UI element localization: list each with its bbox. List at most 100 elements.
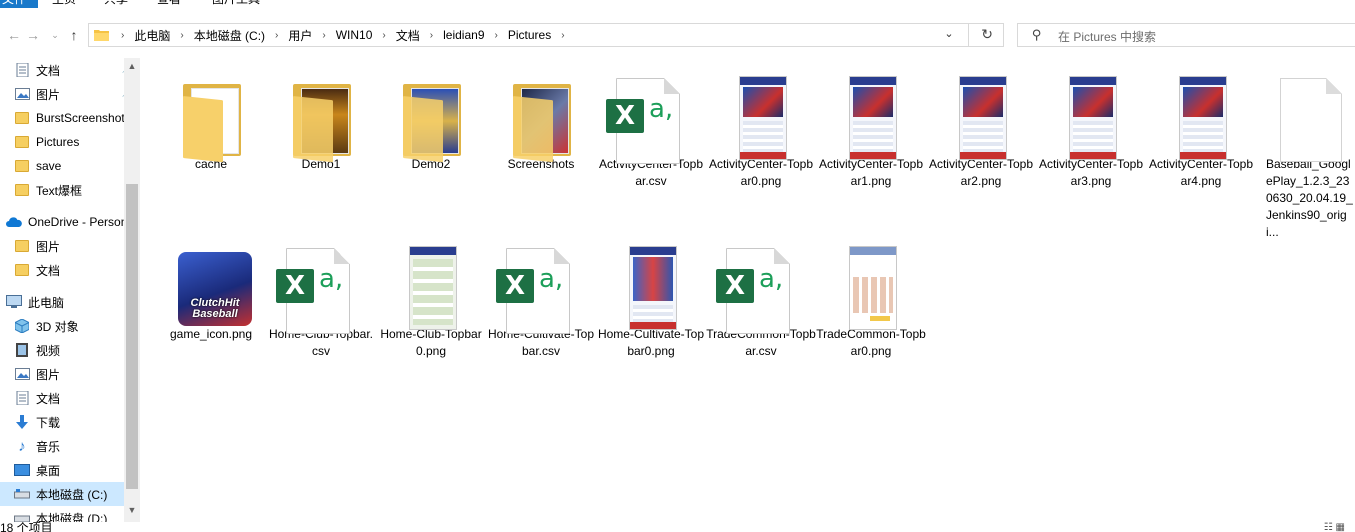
sidebar-item-downloads[interactable]: 下载 <box>0 410 138 434</box>
breadcrumb-win10[interactable]: WIN10 <box>332 28 377 42</box>
file-item-png[interactable]: TradeCommon-Topbar0.png <box>816 236 926 360</box>
sidebar-item-label: Text爆框 <box>36 183 83 198</box>
breadcrumb-users[interactable]: 用户 <box>284 27 316 44</box>
sidebar-item-burstscreenshots[interactable]: BurstScreenshots <box>0 106 138 130</box>
sidebar-item-label: 视频 <box>36 343 61 358</box>
sidebar-item-label: OneDrive - Personal <box>28 215 130 229</box>
sidebar-item-music[interactable]: ♪ 音乐 <box>0 434 138 458</box>
scrollbar-thumb[interactable] <box>126 184 138 489</box>
file-item-folder[interactable]: Demo1 <box>266 66 376 173</box>
excel-csv-icon: Xa, <box>271 236 371 334</box>
excel-csv-icon: Xa, <box>491 236 591 334</box>
file-item-csv[interactable]: Xa, Home-Club-Topbar.csv <box>266 236 376 360</box>
forward-arrow-icon[interactable]: → <box>25 27 41 43</box>
breadcrumb-separator-icon[interactable]: › <box>424 30 439 41</box>
sidebar-item-label: 本地磁盘 (C:) <box>36 487 108 502</box>
sidebar-item-desktop[interactable]: 桌面 <box>0 458 138 482</box>
back-arrow-icon[interactable]: ← <box>6 27 22 43</box>
file-item-png[interactable]: ActivityCenter-Topbar1.png <box>816 66 926 190</box>
breadcrumb-local-disk-c[interactable]: 本地磁盘 (C:) <box>190 27 269 44</box>
file-item-png[interactable]: ActivityCenter-Topbar4.png <box>1146 66 1256 190</box>
sidebar-item-text-frame[interactable]: Text爆框 <box>0 178 138 202</box>
sidebar-item-pictures-quick[interactable]: 图片 📌 <box>0 82 138 106</box>
ribbon-expand-icon[interactable]: ⌄ <box>1343 0 1351 3</box>
tab-home[interactable]: 主页 <box>52 0 76 8</box>
pictures-icon <box>14 86 30 102</box>
breadcrumb-separator-icon[interactable]: › <box>115 30 130 41</box>
breadcrumb-separator-icon[interactable]: › <box>376 30 391 41</box>
view-toggle-icons[interactable]: ☷ ▦ <box>1324 522 1345 532</box>
sidebar-item-this-pc[interactable]: 此电脑 <box>0 290 130 314</box>
file-item-folder[interactable]: cache <box>156 66 266 173</box>
breadcrumb: › 此电脑 › 本地磁盘 (C:) › 用户 › WIN10 › 文档 › le… <box>115 24 571 46</box>
folder-icon <box>14 262 30 278</box>
pictures-icon <box>14 366 30 382</box>
breadcrumb-separator-icon[interactable]: › <box>489 30 504 41</box>
file-list: cache Demo1 Demo2 Screenshots Xa, Activi <box>156 58 1355 522</box>
breadcrumb-documents[interactable]: 文档 <box>392 27 424 44</box>
address-bar[interactable]: › 此电脑 › 本地磁盘 (C:) › 用户 › WIN10 › 文档 › le… <box>88 23 1004 47</box>
file-item-csv[interactable]: Xa, TradeCommon-Topbar.csv <box>706 236 816 360</box>
sidebar-item-pictures-folder[interactable]: Pictures <box>0 130 138 154</box>
file-item-png[interactable]: ActivityCenter-Topbar0.png <box>706 66 816 190</box>
file-item-png[interactable]: ActivityCenter-Topbar3.png <box>1036 66 1146 190</box>
file-item-csv[interactable]: Xa, Home-Cultivate-Topbar.csv <box>486 236 596 360</box>
file-item-csv[interactable]: Xa, ActivityCenter-Topbar.csv <box>596 66 706 190</box>
image-thumbnail <box>931 66 1031 160</box>
sidebar-item-label: BurstScreenshots <box>36 111 131 125</box>
tab-file[interactable]: 文件 <box>0 0 38 8</box>
search-input[interactable]: 在 Pictures 中搜索 <box>1058 28 1156 45</box>
breadcrumb-leidian9[interactable]: leidian9 <box>439 28 488 42</box>
sidebar-item-onedrive-pictures[interactable]: 图片 <box>0 234 138 258</box>
sidebar-item-onedrive-documents[interactable]: 文档 <box>0 258 138 282</box>
sidebar-item-label: 文档 <box>36 263 61 278</box>
breadcrumb-separator-icon[interactable]: › <box>316 30 331 41</box>
sidebar-item-label: 音乐 <box>36 439 61 454</box>
file-item-folder[interactable]: Demo2 <box>376 66 486 173</box>
breadcrumb-this-pc[interactable]: 此电脑 <box>130 27 174 44</box>
sidebar-item-onedrive[interactable]: OneDrive - Personal <box>0 210 130 234</box>
file-item-generic[interactable]: Baseball_GooglePlay_1.2.3_230630_20.04.1… <box>1245 66 1355 241</box>
scroll-down-arrow-icon[interactable]: ▼ <box>124 502 140 518</box>
breadcrumb-separator-icon[interactable]: › <box>269 30 284 41</box>
sidebar-item-label: 文档 <box>36 63 61 78</box>
file-item-folder[interactable]: Screenshots <box>486 66 596 173</box>
folder-icon <box>94 30 109 41</box>
file-name: game_icon.png <box>169 327 253 341</box>
breadcrumb-separator-icon[interactable]: › <box>555 30 570 41</box>
sidebar-item-label: 3D 对象 <box>36 319 79 334</box>
up-arrow-icon[interactable]: ↑ <box>66 27 82 43</box>
image-thumbnail <box>601 236 701 330</box>
tab-picture-tools[interactable]: 图片工具 <box>212 0 260 8</box>
breadcrumb-pictures[interactable]: Pictures <box>504 28 555 42</box>
tab-share[interactable]: 共享 <box>104 0 128 8</box>
sidebar-item-pictures-pc[interactable]: 图片 <box>0 362 138 386</box>
file-item-png[interactable]: ActivityCenter-Topbar2.png <box>926 66 1036 190</box>
file-item-png[interactable]: ClutchHit Baseball game_icon.png <box>156 236 266 343</box>
game-icon-thumbnail: ClutchHit Baseball <box>161 236 261 328</box>
sidebar-item-3d-objects[interactable]: 3D 对象 <box>0 314 138 338</box>
folder-icon <box>491 66 591 163</box>
blank-file-icon <box>1250 66 1350 162</box>
sidebar-item-local-disk-c[interactable]: 本地磁盘 (C:) <box>0 482 124 506</box>
sidebar-item-save[interactable]: save <box>0 154 138 178</box>
file-item-png[interactable]: Home-Cultivate-Topbar0.png <box>596 236 706 360</box>
address-history-chevron-icon[interactable]: ⌄ <box>941 27 957 40</box>
refresh-icon[interactable]: ↻ <box>981 26 993 43</box>
sidebar-item-local-disk-d[interactable]: 本地磁盘 (D:) <box>0 506 138 522</box>
sidebar-item-documents-pc[interactable]: 文档 <box>0 386 138 410</box>
breadcrumb-separator-icon[interactable]: › <box>174 30 189 41</box>
image-thumbnail <box>821 66 921 160</box>
search-box[interactable]: ⚲ 在 Pictures 中搜索 <box>1017 23 1355 47</box>
chevron-down-icon[interactable]: ⌄ <box>47 27 63 43</box>
sidebar-item-documents-quick[interactable]: 文档 📌 <box>0 58 138 82</box>
file-item-png[interactable]: Home-Club-Topbar0.png <box>376 236 486 360</box>
sidebar-item-videos[interactable]: 视频 <box>0 338 138 362</box>
excel-csv-icon: Xa, <box>601 66 701 164</box>
tab-view[interactable]: 查看 <box>157 0 181 8</box>
image-thumbnail <box>821 236 921 330</box>
file-name: ActivityCenter-Topbar4.png <box>1148 157 1254 188</box>
this-pc-icon <box>6 294 22 310</box>
scroll-up-arrow-icon[interactable]: ▲ <box>124 58 140 74</box>
address-divider <box>968 24 969 46</box>
